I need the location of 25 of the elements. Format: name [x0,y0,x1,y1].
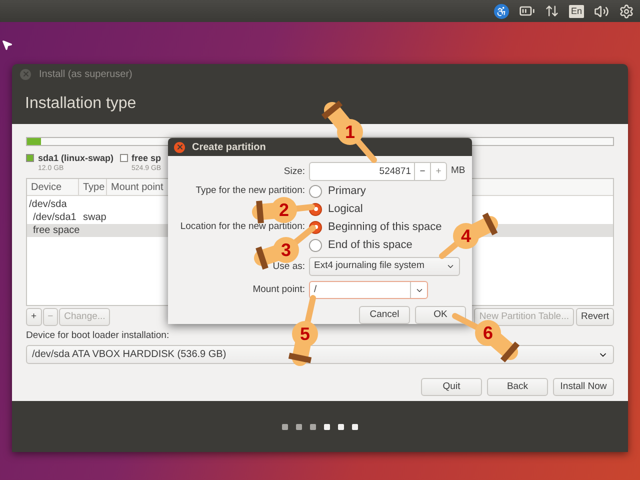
step-number: 4 [461,227,472,245]
type-cell-text: swap [82,211,106,225]
legend-label: sda1 (linux-swap) [38,152,114,164]
field-label: Type for the new partition: [196,184,305,198]
device-cell-text: /dev/sda1 [32,211,78,225]
field-label: Mount point: [252,283,305,297]
unit-label: MB [451,164,466,178]
step-number: 3 [281,241,292,259]
radio-label: Primary [328,184,366,199]
device-cell-text: free space [32,224,79,238]
page-heading: Installation type [25,94,136,114]
window-title: Install (as superuser) [39,68,132,82]
radio-label: Logical [328,202,363,217]
radio-label: Beginning of this space [328,220,442,235]
step-number: 1 [345,123,356,141]
legend-label: free sp [132,152,162,164]
step-number: 6 [483,324,494,342]
step-number: 2 [279,201,290,219]
step-number: 5 [300,325,310,343]
field-label: Use as: [272,260,305,274]
boot-loader-label: Device for boot loader installation: [26,329,170,343]
field-label: Size: [282,165,305,179]
radio-label: End of this space [328,238,412,253]
field-label: Location for the new partition: [180,220,305,234]
dialog-title: Create partition [192,140,266,154]
